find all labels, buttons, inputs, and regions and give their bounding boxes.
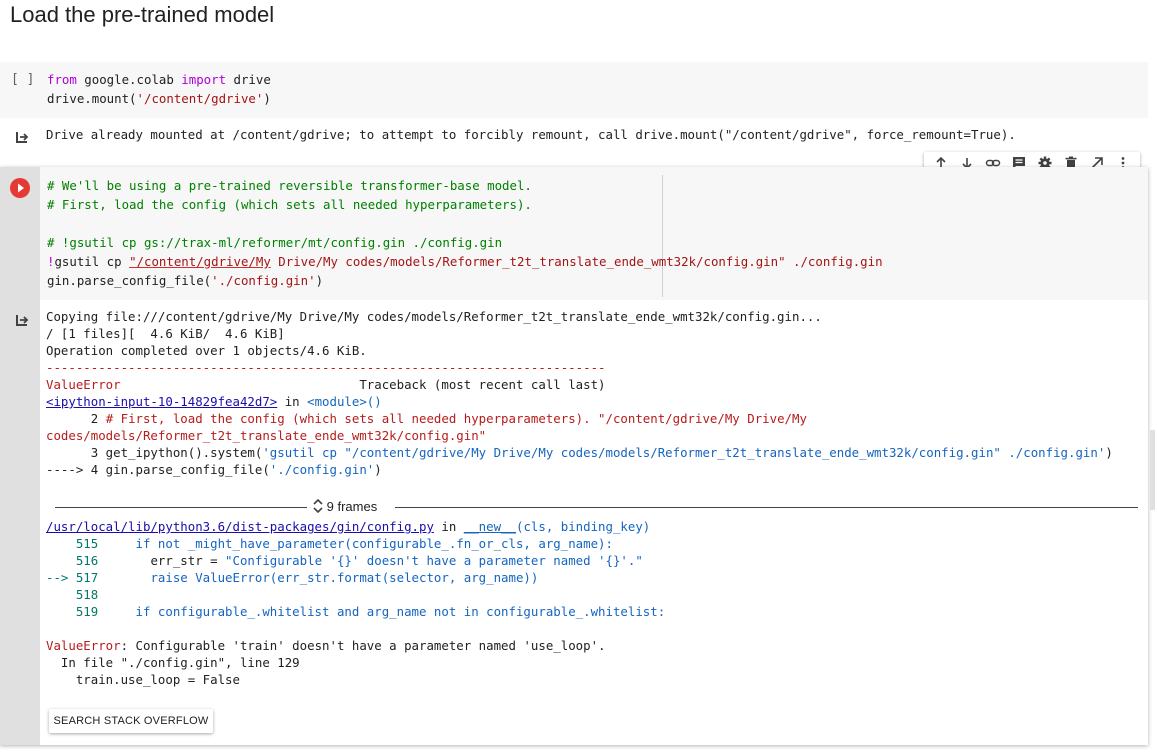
divider — [395, 507, 1138, 508]
code-line: # We'll be using a pre-trained reversibl… — [47, 178, 532, 193]
traceback-line: 2 # First, load the config (which sets a… — [46, 411, 807, 426]
run-cell-button[interactable]: [ ] — [11, 72, 34, 87]
output-line: Copying file:///content/gdrive/My Drive/… — [46, 309, 822, 324]
code-cell-mount[interactable]: [ ] from google.colab import drive drive… — [0, 62, 1148, 118]
play-icon — [18, 183, 24, 193]
traceback-line: 3 get_ipython().system('gsutil cp "/cont… — [46, 445, 1113, 460]
divider — [55, 507, 307, 508]
ipython-input-link[interactable]: <ipython-input-10-14829fea42d7> — [46, 394, 277, 409]
code-line: from google.colab import drive — [47, 72, 271, 87]
traceback-line: 515 if not _might_have_parameter(configu… — [46, 536, 613, 551]
traceback-location: /usr/local/lib/python3.6/dist-packages/g… — [46, 519, 651, 534]
ruler-line — [662, 175, 663, 297]
output-line: Operation completed over 1 objects/4.6 K… — [46, 343, 367, 358]
output-line: / [1 files][ 4.6 KiB/ 4.6 KiB] — [46, 326, 285, 341]
output-icon — [16, 132, 29, 143]
output-icon — [16, 315, 29, 326]
cell-gutter — [0, 167, 40, 745]
traceback-header: ValueError Traceback (most recent call l… — [46, 377, 606, 392]
scrollbar[interactable] — [1150, 430, 1155, 510]
traceback-line: 518 — [46, 587, 106, 602]
traceback-line: ----> 4 gin.parse_config_file('./config.… — [46, 462, 382, 477]
error-detail: train.use_loop = False — [46, 672, 240, 687]
code-line: # First, load the config (which sets all… — [47, 197, 532, 212]
output-line: ----------------------------------------… — [46, 360, 606, 375]
code-line: !gsutil cp "/content/gdrive/My Drive/My … — [47, 254, 883, 269]
error-detail: In file "./config.gin", line 129 — [46, 655, 300, 670]
cell-output-text: Drive already mounted at /content/gdrive… — [46, 127, 1016, 142]
traceback-line: 516 err_str = "Configurable '{}' doesn't… — [46, 553, 643, 568]
file-link[interactable]: /usr/local/lib/python3.6/dist-packages/g… — [46, 519, 434, 534]
traceback-line: codes/models/Reformer_t2t_translate_ende… — [46, 428, 487, 443]
traceback-line: 519 if configurable_.whitelist and arg_n… — [46, 604, 666, 619]
frames-toggle[interactable]: 9 frames — [55, 498, 1138, 516]
unfold-icon — [313, 498, 323, 514]
code-line: gin.parse_config_file('./config.gin') — [47, 273, 324, 288]
section-heading: Load the pre-trained model — [10, 2, 275, 27]
search-stack-overflow-button[interactable]: SEARCH STACK OVERFLOW — [49, 709, 213, 733]
error-message: ValueError: Configurable 'train' doesn't… — [46, 638, 606, 653]
code-line: drive.mount('/content/gdrive') — [47, 91, 271, 106]
code-line: # !gsutil cp gs://trax-ml/reformer/mt/co… — [47, 235, 503, 250]
frames-label[interactable]: 9 frames — [313, 498, 377, 514]
traceback-location: <ipython-input-10-14829fea42d7> in <modu… — [46, 394, 382, 409]
traceback-line: --> 517 raise ValueError(err_str.format(… — [46, 570, 539, 585]
run-cell-button[interactable] — [10, 178, 30, 198]
